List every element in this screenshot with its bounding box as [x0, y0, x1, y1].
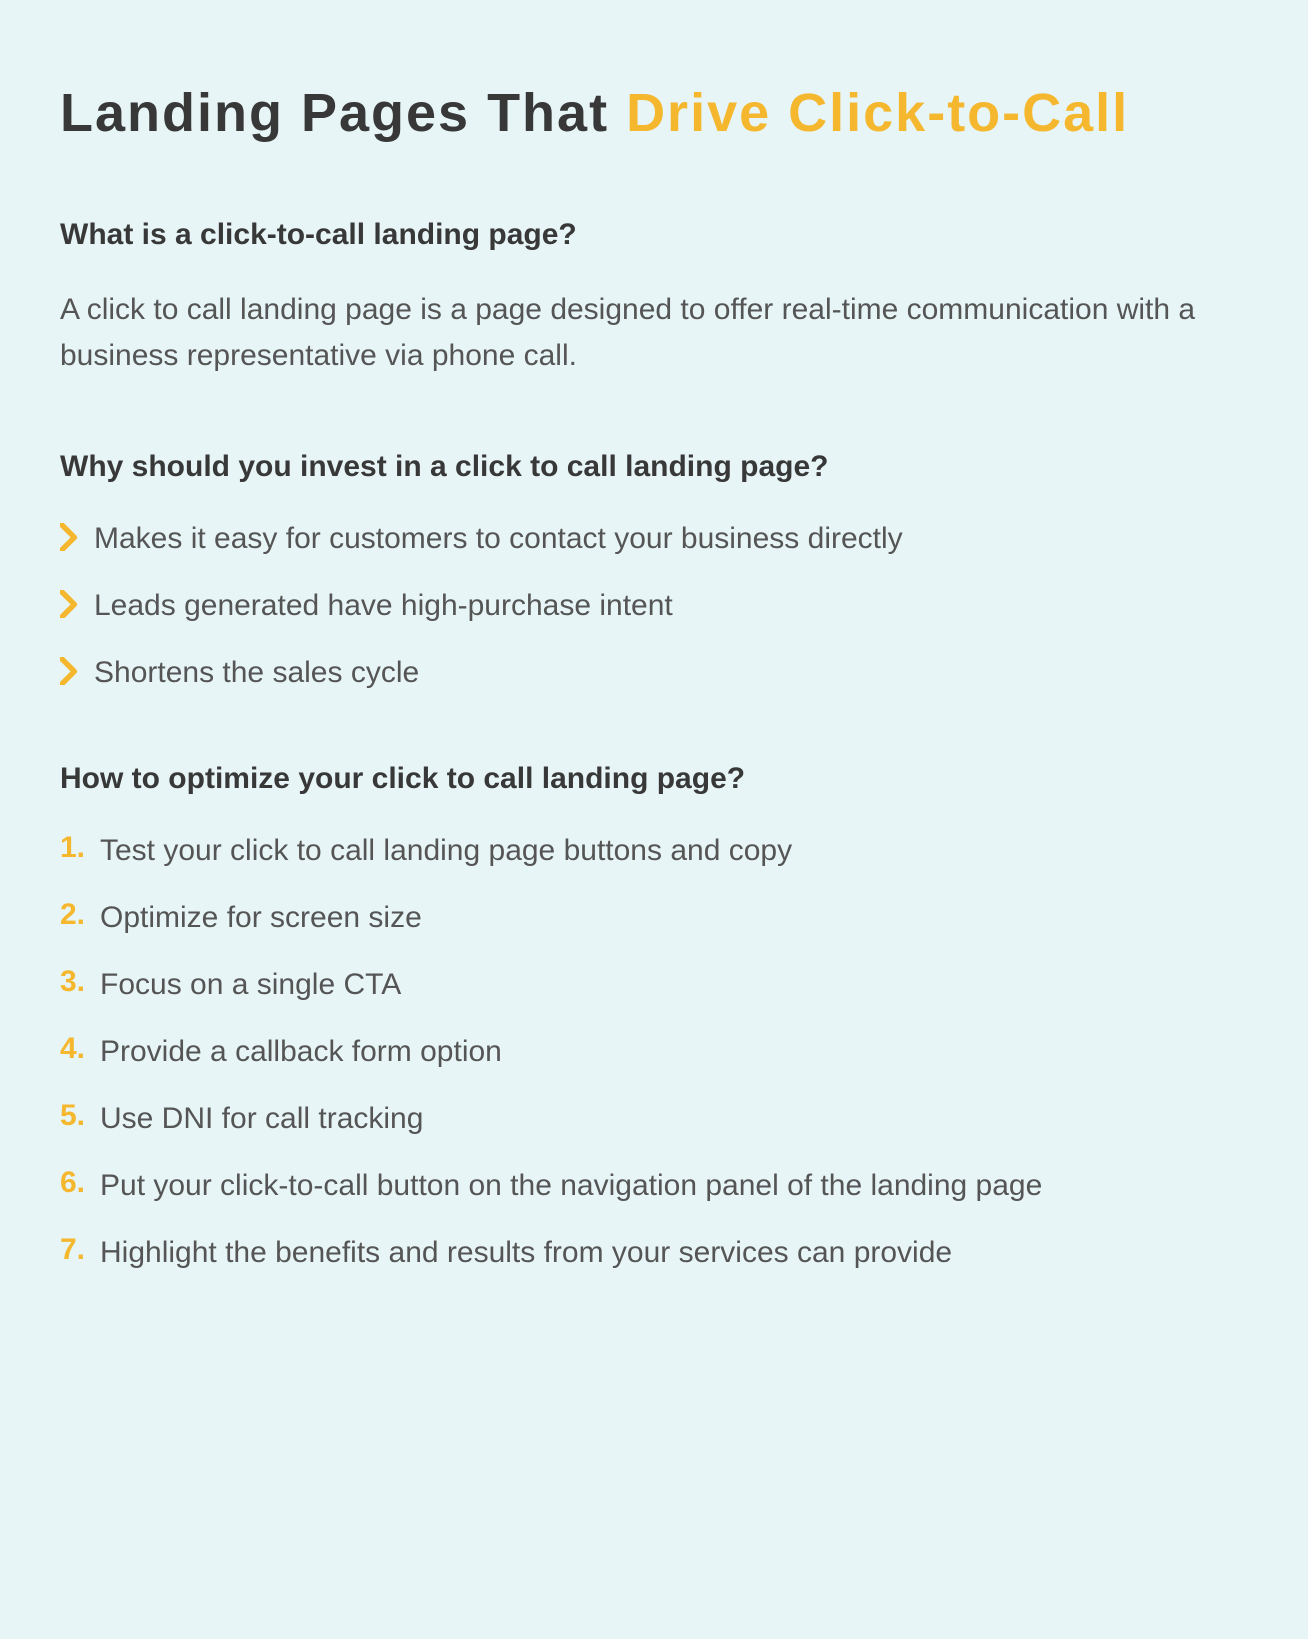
list-item: 7. Highlight the benefits and results fr…: [60, 1233, 1248, 1272]
list-item: Shortens the sales cycle: [60, 653, 1248, 692]
list-item-label: Highlight the benefits and results from …: [100, 1233, 952, 1272]
list-number: 6.: [60, 1166, 100, 1200]
page-title: Landing Pages That Drive Click-to-Call: [60, 80, 1248, 148]
list-item-label: Provide a callback form option: [100, 1032, 502, 1071]
chevron-right-icon: [60, 590, 78, 620]
section-1-body: A click to call landing page is a page d…: [60, 287, 1248, 380]
chevron-right-icon: [60, 523, 78, 553]
list-number: 5.: [60, 1099, 100, 1133]
list-item: Leads generated have high-purchase inten…: [60, 586, 1248, 625]
section-3-heading: How to optimize your click to call landi…: [60, 762, 1248, 796]
list-item: 4. Provide a callback form option: [60, 1032, 1248, 1071]
list-number: 1.: [60, 831, 100, 865]
bullet-list: Makes it easy for customers to contact y…: [60, 519, 1248, 692]
list-item-label: Test your click to call landing page but…: [100, 831, 792, 870]
list-item: 5. Use DNI for call tracking: [60, 1099, 1248, 1138]
numbered-list: 1. Test your click to call landing page …: [60, 831, 1248, 1272]
list-item-label: Focus on a single CTA: [100, 965, 401, 1004]
list-item-label: Put your click-to-call button on the nav…: [100, 1166, 1042, 1205]
list-item: Makes it easy for customers to contact y…: [60, 519, 1248, 558]
list-item-label: Leads generated have high-purchase inten…: [94, 586, 673, 625]
list-item-label: Use DNI for call tracking: [100, 1099, 423, 1138]
list-number: 2.: [60, 898, 100, 932]
list-item-label: Optimize for screen size: [100, 898, 422, 937]
section-1-heading: What is a click-to-call landing page?: [60, 218, 1248, 252]
chevron-right-icon: [60, 657, 78, 687]
list-item-label: Makes it easy for customers to contact y…: [94, 519, 903, 558]
section-2-heading: Why should you invest in a click to call…: [60, 450, 1248, 484]
list-item: 3. Focus on a single CTA: [60, 965, 1248, 1004]
list-number: 4.: [60, 1032, 100, 1066]
list-number: 3.: [60, 965, 100, 999]
title-part1: Landing Pages That: [60, 83, 626, 143]
list-number: 7.: [60, 1233, 100, 1267]
list-item: 6. Put your click-to-call button on the …: [60, 1166, 1248, 1205]
list-item-label: Shortens the sales cycle: [94, 653, 419, 692]
list-item: 2. Optimize for screen size: [60, 898, 1248, 937]
list-item: 1. Test your click to call landing page …: [60, 831, 1248, 870]
title-highlight: Drive Click-to-Call: [626, 83, 1129, 143]
